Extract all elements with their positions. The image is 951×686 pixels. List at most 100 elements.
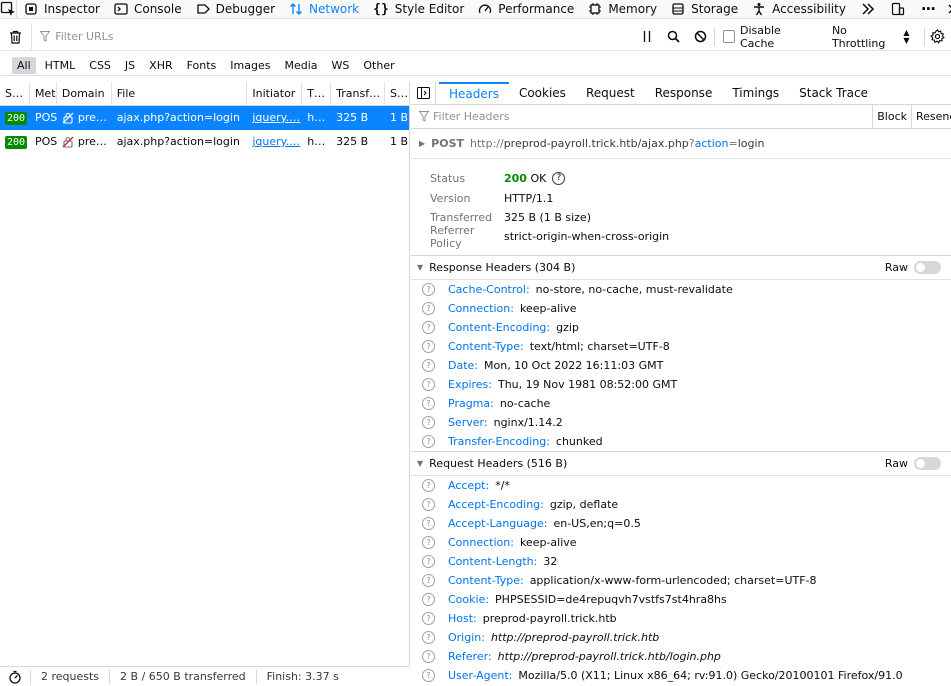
disable-cache-checkbox[interactable]: Disable Cache xyxy=(722,24,814,50)
request-summary[interactable]: ▶ POST http://preprod-payroll.trick.htb/… xyxy=(411,129,951,159)
column-status[interactable]: S… xyxy=(0,82,30,106)
column-domain[interactable]: Domain xyxy=(57,82,112,106)
tab-storage[interactable]: Storage xyxy=(664,0,745,19)
resend-button[interactable]: Resend xyxy=(911,104,951,129)
block-button[interactable]: Block xyxy=(872,104,911,129)
help-icon[interactable]: ? xyxy=(422,536,435,549)
header-row[interactable]: ? Cookie: PHPSESSID=de4repuqvh7vstfs7st4hr… xyxy=(411,590,951,609)
type-filter-html[interactable]: HTML xyxy=(40,57,81,74)
type-filter-other[interactable]: Other xyxy=(358,57,399,74)
tab-performance[interactable]: Performance xyxy=(471,0,581,19)
throttling-select[interactable]: No Throttling ▲ ▼ xyxy=(832,24,910,50)
header-row[interactable]: ? Accept: */* xyxy=(411,476,951,495)
initiator-link[interactable]: jquery.… xyxy=(252,111,300,124)
table-row[interactable]: 200 POS pre… ajax.php?action=login jquer… xyxy=(0,130,409,154)
help-icon[interactable]: ? xyxy=(422,669,435,682)
tab-response[interactable]: Response xyxy=(645,82,723,105)
type-filter-all[interactable]: All xyxy=(12,57,36,74)
header-row[interactable]: ? Accept-Language: en-US,en;q=0.5 xyxy=(411,514,951,533)
type-filter-css[interactable]: CSS xyxy=(84,57,116,74)
tab-headers[interactable]: Headers xyxy=(439,81,509,105)
column-size[interactable]: S… xyxy=(385,82,409,106)
table-row[interactable]: 200 POS pre… ajax.php?action=login jquer… xyxy=(0,106,409,130)
header-row[interactable]: ? Date: Mon, 10 Oct 2022 16:11:03 GMT xyxy=(411,356,951,375)
toggle-sidebar-button[interactable] xyxy=(411,81,436,105)
help-icon[interactable]: ? xyxy=(422,378,435,391)
header-row[interactable]: ? Origin: http://preprod-payroll.trick.htb xyxy=(411,628,951,647)
type-filter-media[interactable]: Media xyxy=(279,57,322,74)
tab-style-editor[interactable]: {} Style Editor xyxy=(366,0,471,19)
column-file[interactable]: File xyxy=(112,82,248,106)
header-row[interactable]: ? Expires: Thu, 19 Nov 1981 08:52:00 GMT xyxy=(411,375,951,394)
help-icon[interactable]: ? xyxy=(422,416,435,429)
filter-urls-input[interactable]: Filter URLs xyxy=(32,23,634,51)
help-icon[interactable]: ? xyxy=(422,397,435,410)
header-row[interactable]: ? User-Agent: Mozilla/5.0 (X11; Linux x86_… xyxy=(411,666,951,685)
type-filter-images[interactable]: Images xyxy=(225,57,275,74)
help-icon[interactable]: ? xyxy=(422,340,435,353)
tab-network[interactable]: Network xyxy=(282,0,366,19)
performance-analysis-button[interactable] xyxy=(0,669,31,684)
close-devtools-button[interactable] xyxy=(943,0,951,19)
element-picker-button[interactable] xyxy=(0,0,17,19)
help-icon[interactable]: ? xyxy=(422,435,435,448)
tab-request[interactable]: Request xyxy=(576,82,645,105)
network-settings-button[interactable] xyxy=(924,23,950,51)
header-row[interactable]: ? Pragma: no-cache xyxy=(411,394,951,413)
tab-cookies[interactable]: Cookies xyxy=(509,82,576,105)
responsive-design-button[interactable] xyxy=(883,0,913,19)
header-row[interactable]: ? Referer: http://preprod-payroll.trick.ht… xyxy=(411,647,951,666)
tab-memory[interactable]: Memory xyxy=(581,0,664,19)
more-tools-button[interactable] xyxy=(853,0,883,19)
help-icon[interactable]: ? xyxy=(422,517,435,530)
help-icon[interactable]: ? xyxy=(552,172,566,186)
tab-accessibility[interactable]: Accessibility xyxy=(745,0,853,19)
header-row[interactable]: ? Content-Length: 32 xyxy=(411,552,951,571)
filter-headers-input[interactable]: Filter Headers xyxy=(433,110,872,123)
toggle-switch[interactable] xyxy=(914,261,941,274)
raw-toggle[interactable]: Raw xyxy=(885,457,941,470)
header-row[interactable]: ? Transfer-Encoding: chunked xyxy=(411,432,951,451)
type-filter-xhr[interactable]: XHR xyxy=(144,57,177,74)
request-headers-section-header[interactable]: ▼ Request Headers (516 B) Raw xyxy=(411,451,951,476)
header-row[interactable]: ? Connection: keep-alive xyxy=(411,533,951,552)
toggle-switch[interactable] xyxy=(914,457,941,470)
tab-debugger[interactable]: Debugger xyxy=(189,0,282,19)
header-row[interactable]: ? Content-Type: application/x-www-form-url… xyxy=(411,571,951,590)
tab-timings[interactable]: Timings xyxy=(722,82,789,105)
type-filter-fonts[interactable]: Fonts xyxy=(182,57,222,74)
help-icon[interactable]: ? xyxy=(422,612,435,625)
help-icon[interactable]: ? xyxy=(422,555,435,568)
header-row[interactable]: ? Connection: keep-alive xyxy=(411,299,951,318)
options-menu-button[interactable]: ··· xyxy=(913,0,943,19)
help-icon[interactable]: ? xyxy=(422,650,435,663)
help-icon[interactable]: ? xyxy=(422,283,435,296)
type-filter-ws[interactable]: WS xyxy=(327,57,355,74)
header-row[interactable]: ? Host: preprod-payroll.trick.htb xyxy=(411,609,951,628)
tab-inspector[interactable]: Inspector xyxy=(17,0,107,19)
pause-recording-button[interactable] xyxy=(634,23,660,51)
response-headers-section-header[interactable]: ▼ Response Headers (304 B) Raw xyxy=(411,255,951,280)
raw-toggle[interactable]: Raw xyxy=(885,261,941,274)
help-icon[interactable]: ? xyxy=(422,321,435,334)
help-icon[interactable]: ? xyxy=(422,574,435,587)
header-row[interactable]: ? Content-Type: text/html; charset=UTF-8 xyxy=(411,337,951,356)
checkbox-box[interactable] xyxy=(722,30,735,43)
help-icon[interactable]: ? xyxy=(422,498,435,511)
clear-requests-button[interactable] xyxy=(0,22,33,51)
column-type[interactable]: T… xyxy=(302,82,332,106)
header-row[interactable]: ? Server: nginx/1.14.2 xyxy=(411,413,951,432)
tab-stack-trace[interactable]: Stack Trace xyxy=(789,82,878,105)
header-row[interactable]: ? Accept-Encoding: gzip, deflate xyxy=(411,495,951,514)
block-requests-button[interactable] xyxy=(687,23,713,51)
header-row[interactable]: ? Cache-Control: no-store, no-cache, must-… xyxy=(411,280,951,299)
search-button[interactable] xyxy=(661,23,687,51)
help-icon[interactable]: ? xyxy=(422,479,435,492)
column-method[interactable]: Met xyxy=(30,82,57,106)
column-transferred[interactable]: Transf… xyxy=(331,82,386,106)
help-icon[interactable]: ? xyxy=(422,593,435,606)
help-icon[interactable]: ? xyxy=(422,359,435,372)
initiator-link[interactable]: jquery.… xyxy=(252,135,300,148)
header-row[interactable]: ? Content-Encoding: gzip xyxy=(411,318,951,337)
help-icon[interactable]: ? xyxy=(422,302,435,315)
